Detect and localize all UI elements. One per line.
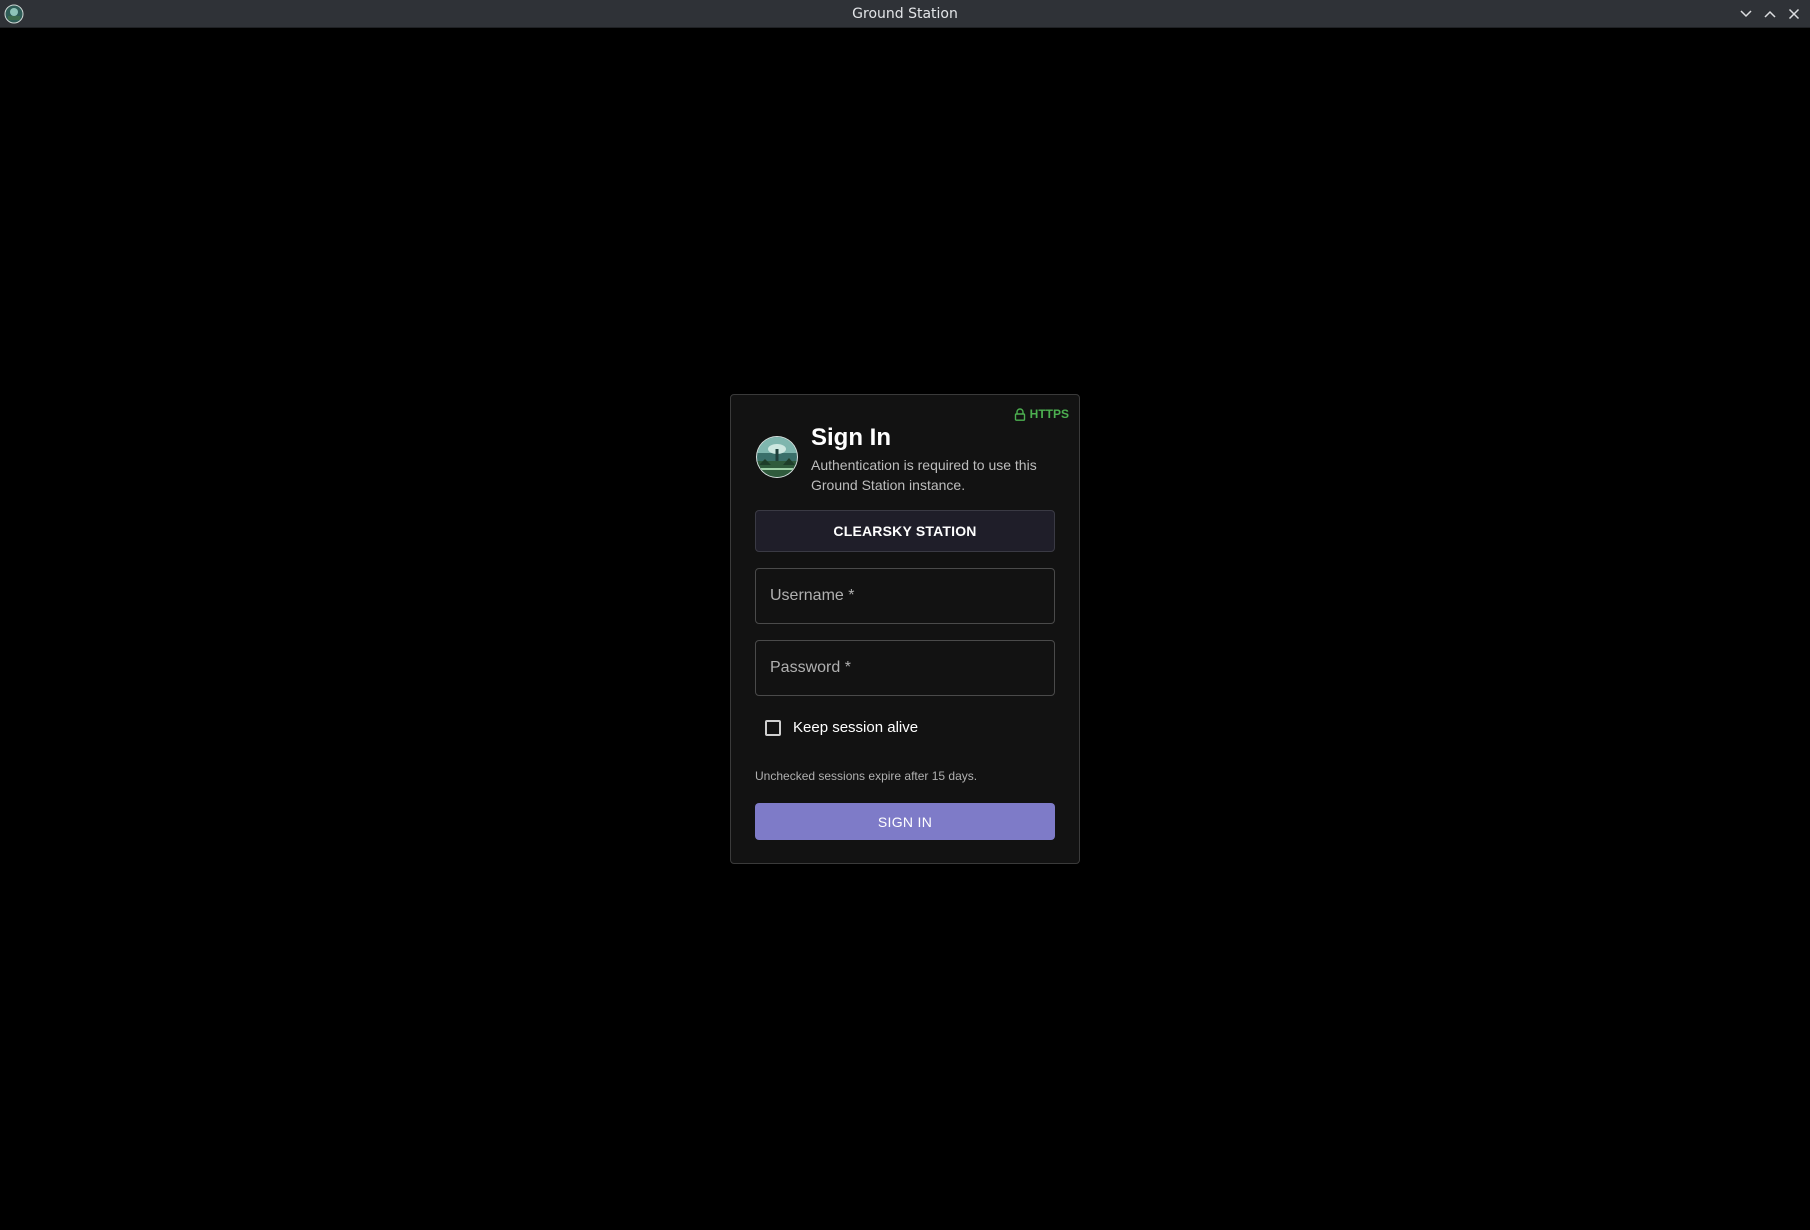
username-field[interactable]: Username *: [755, 568, 1055, 624]
window-titlebar: Ground Station: [0, 0, 1810, 28]
sign-in-card: HTTPS Sign In Authentication is required…: [730, 394, 1080, 864]
maximize-icon: [1764, 10, 1776, 18]
station-logo-icon: [756, 436, 798, 478]
keep-session-label: Keep session alive: [793, 719, 919, 736]
session-expiry-note: Unchecked sessions expire after 15 days.: [755, 769, 978, 783]
close-icon: [1788, 8, 1800, 20]
username-label: Username *: [770, 587, 855, 604]
window-controls: [1736, 4, 1804, 24]
keep-session-option[interactable]: Keep session alive: [765, 719, 918, 736]
keep-session-checkbox[interactable]: [765, 719, 781, 736]
minimize-button[interactable]: [1736, 4, 1756, 24]
https-badge: HTTPS: [1014, 407, 1069, 421]
lock-icon: [1014, 407, 1025, 421]
password-field[interactable]: Password *: [755, 640, 1055, 696]
station-selector[interactable]: CLEARSKY STATION: [755, 510, 1055, 552]
password-label: Password *: [770, 659, 851, 676]
auth-description: Authentication is required to use this G…: [811, 457, 1037, 493]
maximize-button[interactable]: [1760, 4, 1780, 24]
https-label: HTTPS: [1029, 407, 1069, 421]
minimize-icon: [1740, 10, 1752, 18]
window-title: Ground Station: [852, 6, 958, 22]
page-title: Sign In: [811, 424, 891, 451]
sign-in-button[interactable]: SIGN IN: [755, 803, 1055, 840]
close-button[interactable]: [1784, 4, 1804, 24]
